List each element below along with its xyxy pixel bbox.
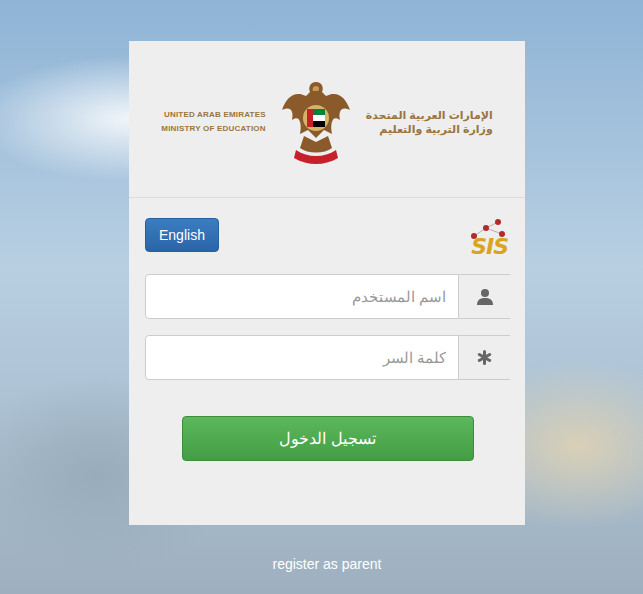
sis-logo: SIS xyxy=(454,218,510,260)
field-icon-box xyxy=(459,335,510,380)
user-icon xyxy=(477,288,493,305)
uae-emblem-icon xyxy=(280,76,352,168)
top-row: English SIS xyxy=(145,218,510,260)
ministry-line: الإمارات العربية المتحدة xyxy=(366,108,493,122)
asterisk-icon xyxy=(477,350,492,365)
login-button[interactable]: تسجيل الدخول xyxy=(182,416,474,461)
login-form: English SIS تسجيل الدخول xyxy=(129,198,525,525)
login-card: UNITED ARAB EMIRATESMINISTRY OF EDUCATIO… xyxy=(129,41,525,525)
input-group xyxy=(145,335,510,380)
ministry-line: MINISTRY OF EDUCATION xyxy=(161,122,266,136)
input-group xyxy=(145,274,510,319)
ministry-name-en: UNITED ARAB EMIRATESMINISTRY OF EDUCATIO… xyxy=(161,108,266,136)
login-page: UNITED ARAB EMIRATESMINISTRY OF EDUCATIO… xyxy=(0,0,643,594)
language-button[interactable]: English xyxy=(145,218,219,252)
ministry-line: وزارة التربية والتعليم xyxy=(379,122,492,136)
register-link[interactable]: register as parent xyxy=(129,556,525,572)
ministry-name-ar: الإمارات العربية المتحدةوزارة التربية وا… xyxy=(366,108,493,136)
ministry-line: UNITED ARAB EMIRATES xyxy=(164,108,266,122)
network-dots-icon xyxy=(468,218,508,240)
password-field[interactable] xyxy=(145,335,459,380)
logo-text: SIS xyxy=(471,234,510,260)
field-icon-box xyxy=(459,274,510,319)
username-field[interactable] xyxy=(145,274,459,319)
ministry-header: UNITED ARAB EMIRATESMINISTRY OF EDUCATIO… xyxy=(129,41,525,198)
